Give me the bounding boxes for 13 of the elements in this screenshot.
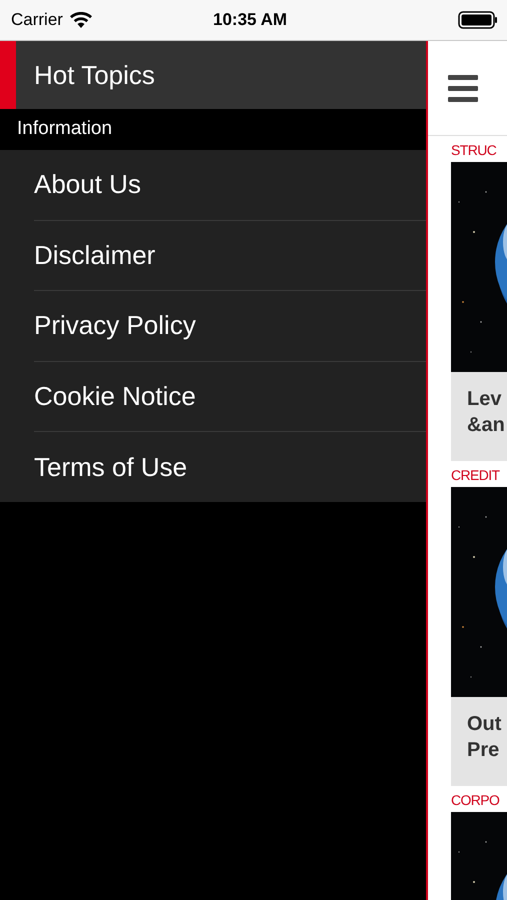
section-header: Information	[17, 117, 112, 142]
clock-time: 10:35 AM	[213, 9, 288, 32]
carrier-label: Carrier	[11, 9, 63, 32]
category-label: CREDIT	[451, 466, 500, 485]
category-label: CORPO	[451, 791, 500, 810]
battery-icon	[458, 11, 498, 29]
category-label: STRUC	[451, 141, 496, 160]
selection-marker	[0, 41, 16, 109]
article-title[interactable]: Lev &an	[467, 386, 507, 438]
menu-item[interactable]: Hot Topics	[0, 41, 426, 109]
article-title[interactable]: Out Pre	[467, 711, 507, 763]
menu-icon[interactable]	[448, 72, 478, 104]
wifi-icon	[70, 12, 92, 28]
